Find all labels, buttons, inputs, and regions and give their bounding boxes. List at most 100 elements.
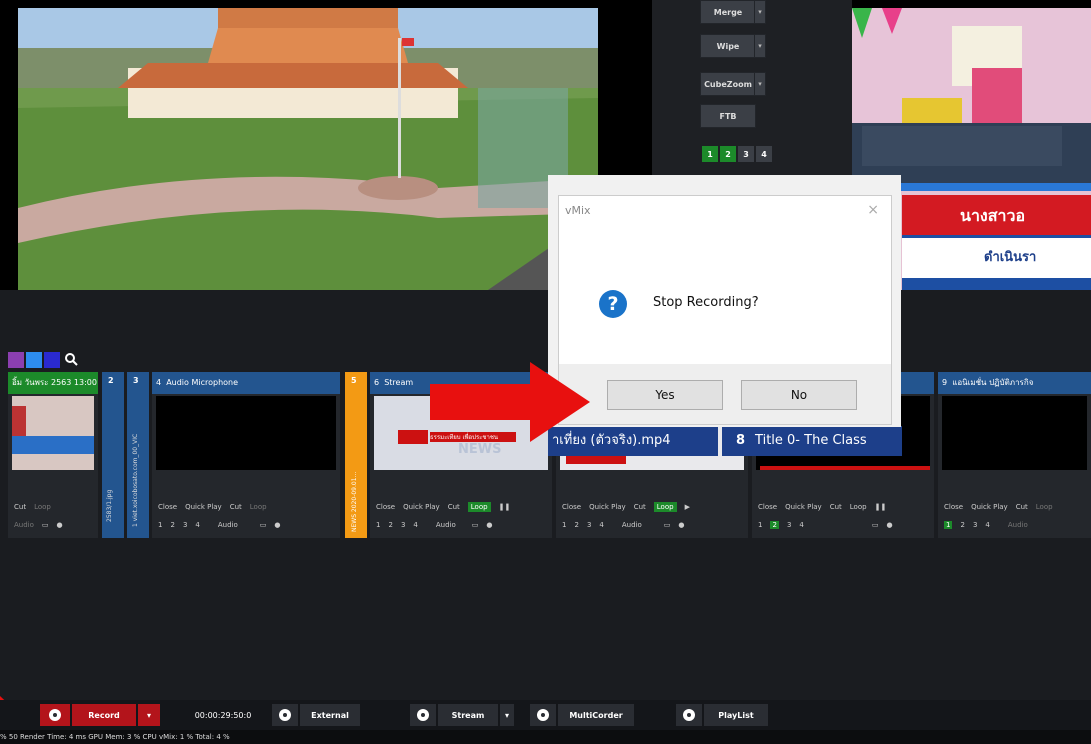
overlay-1-button[interactable]: 1 xyxy=(702,146,718,162)
no-button[interactable]: No xyxy=(741,380,857,410)
overlay-4[interactable]: 4 xyxy=(599,521,603,529)
cut-button[interactable]: Cut xyxy=(830,503,842,511)
audio-button[interactable]: Audio xyxy=(14,521,34,529)
close-button[interactable]: Close xyxy=(562,503,581,511)
overlay-2[interactable]: 2 xyxy=(960,521,964,529)
audio-button[interactable]: Audio xyxy=(218,521,238,529)
search-icon[interactable] xyxy=(64,352,80,368)
transition-wipe-button[interactable]: Wipe xyxy=(700,34,756,58)
playlist-settings-icon[interactable] xyxy=(676,704,702,726)
yes-button[interactable]: Yes xyxy=(607,380,723,410)
audio-button[interactable]: Audio xyxy=(622,521,642,529)
input-tile-5[interactable]: 5 NEWS 2020-09.01... xyxy=(345,372,367,538)
overlay-2[interactable]: 2 xyxy=(170,521,174,529)
close-button[interactable]: Close xyxy=(758,503,777,511)
loop-button[interactable]: Loop xyxy=(250,503,267,511)
multicorder-button[interactable]: MultiCorder xyxy=(558,704,634,726)
overlay-3-button[interactable]: 3 xyxy=(738,146,754,162)
overlay-3[interactable]: 3 xyxy=(787,521,791,529)
quick-play-button[interactable]: Quick Play xyxy=(971,503,1008,511)
quick-play-button[interactable]: Quick Play xyxy=(185,503,222,511)
close-button[interactable]: Close xyxy=(944,503,963,511)
overlay-1[interactable]: 1 xyxy=(158,521,162,529)
preview-window[interactable] xyxy=(18,8,598,290)
transition-wipe-dropdown[interactable]: ▾ xyxy=(754,34,766,58)
loop-button[interactable]: Loop xyxy=(1036,503,1053,511)
transition-merge-button[interactable]: Merge xyxy=(700,0,756,24)
input-number: 3 xyxy=(133,376,139,385)
settings-icon[interactable]: ● xyxy=(486,521,492,529)
input-title: Audio Microphone xyxy=(166,378,239,387)
color-tag-darkblue[interactable] xyxy=(44,352,60,368)
quick-play-button[interactable]: Quick Play xyxy=(403,503,440,511)
cut-button[interactable]: Cut xyxy=(634,503,646,511)
overlay-4[interactable]: 4 xyxy=(799,521,803,529)
monitor-icon[interactable]: ▭ xyxy=(872,521,879,529)
cut-button[interactable]: Cut xyxy=(448,503,460,511)
transition-cubezoom-dropdown[interactable]: ▾ xyxy=(754,72,766,96)
monitor-icon[interactable]: ▭ xyxy=(42,521,49,529)
input-tile-3[interactable]: 3 1 viet.xoicobosato.com_00_VIC xyxy=(127,372,149,538)
settings-icon[interactable]: ● xyxy=(274,521,280,529)
overlay-1[interactable]: 1 xyxy=(562,521,566,529)
close-button[interactable]: Close xyxy=(376,503,395,511)
overlay-3[interactable]: 3 xyxy=(973,521,977,529)
monitor-icon[interactable]: ▭ xyxy=(664,521,671,529)
overlay-1[interactable]: 1 xyxy=(376,521,380,529)
input-tile-9[interactable]: 9 แอนิเมชั่น ปฏิบัติภารกิจ Close Quick P… xyxy=(938,372,1091,538)
external-button[interactable]: External xyxy=(300,704,360,726)
record-dropdown[interactable]: ▾ xyxy=(138,704,160,726)
play-icon[interactable]: ▶ xyxy=(685,503,690,511)
loop-button[interactable]: Loop xyxy=(34,503,51,511)
transition-merge-dropdown[interactable]: ▾ xyxy=(754,0,766,24)
overlay-2[interactable]: 2 xyxy=(770,521,779,529)
overlay-4[interactable]: 4 xyxy=(985,521,989,529)
dialog-close-button[interactable]: × xyxy=(867,202,879,218)
overlay-3[interactable]: 3 xyxy=(587,521,591,529)
settings-icon[interactable]: ● xyxy=(678,521,684,529)
color-tag-purple[interactable] xyxy=(8,352,24,368)
settings-icon[interactable]: ● xyxy=(887,521,893,529)
overlay-4[interactable]: 4 xyxy=(413,521,417,529)
quick-play-button[interactable]: Quick Play xyxy=(785,503,822,511)
close-button[interactable]: Close xyxy=(158,503,177,511)
input-title: แอนิเมชั่น ปฏิบัติภารกิจ xyxy=(952,378,1034,387)
loop-button[interactable]: Loop xyxy=(653,502,677,512)
pause-icon[interactable]: ❚❚ xyxy=(499,503,511,511)
overlay-2[interactable]: 2 xyxy=(574,521,578,529)
audio-button[interactable]: Audio xyxy=(1008,521,1028,529)
ftb-button[interactable]: FTB xyxy=(700,104,756,128)
loop-button[interactable]: Loop xyxy=(467,502,491,512)
input-tile-4[interactable]: 4 Audio Microphone Close Quick Play Cut … xyxy=(152,372,340,538)
monitor-icon[interactable]: ▭ xyxy=(260,521,267,529)
loop-button[interactable]: Loop xyxy=(850,503,867,511)
color-tag-blue[interactable] xyxy=(26,352,42,368)
overlay-3[interactable]: 3 xyxy=(401,521,405,529)
record-settings-icon[interactable] xyxy=(40,704,70,726)
stream-settings-icon[interactable] xyxy=(410,704,436,726)
audio-button[interactable]: Audio xyxy=(436,521,456,529)
stream-button[interactable]: Stream xyxy=(438,704,498,726)
overlay-4[interactable]: 4 xyxy=(195,521,199,529)
input-tile-1[interactable]: อิ้ม วันพระ 2563 13:00 Cut Loop Audio ▭ … xyxy=(8,372,98,538)
overlay-4-button[interactable]: 4 xyxy=(756,146,772,162)
overlay-2-button[interactable]: 2 xyxy=(720,146,736,162)
settings-icon[interactable]: ● xyxy=(57,521,63,529)
stream-dropdown[interactable]: ▾ xyxy=(500,704,514,726)
input-tile-2[interactable]: 2 2583/1.jpg xyxy=(102,372,124,538)
record-button[interactable]: Record xyxy=(72,704,136,726)
quick-play-button[interactable]: Quick Play xyxy=(589,503,626,511)
transition-cubezoom-button[interactable]: CubeZoom xyxy=(700,72,756,96)
pause-icon[interactable]: ❚❚ xyxy=(875,503,887,511)
overlay-2[interactable]: 2 xyxy=(388,521,392,529)
cut-button[interactable]: Cut xyxy=(14,503,26,511)
overlay-3[interactable]: 3 xyxy=(183,521,187,529)
cut-button[interactable]: Cut xyxy=(1016,503,1028,511)
multicorder-settings-icon[interactable] xyxy=(530,704,556,726)
playlist-button[interactable]: PlayList xyxy=(704,704,768,726)
monitor-icon[interactable]: ▭ xyxy=(472,521,479,529)
cut-button[interactable]: Cut xyxy=(230,503,242,511)
overlay-1[interactable]: 1 xyxy=(944,521,953,529)
overlay-1[interactable]: 1 xyxy=(758,521,762,529)
external-settings-icon[interactable] xyxy=(272,704,298,726)
